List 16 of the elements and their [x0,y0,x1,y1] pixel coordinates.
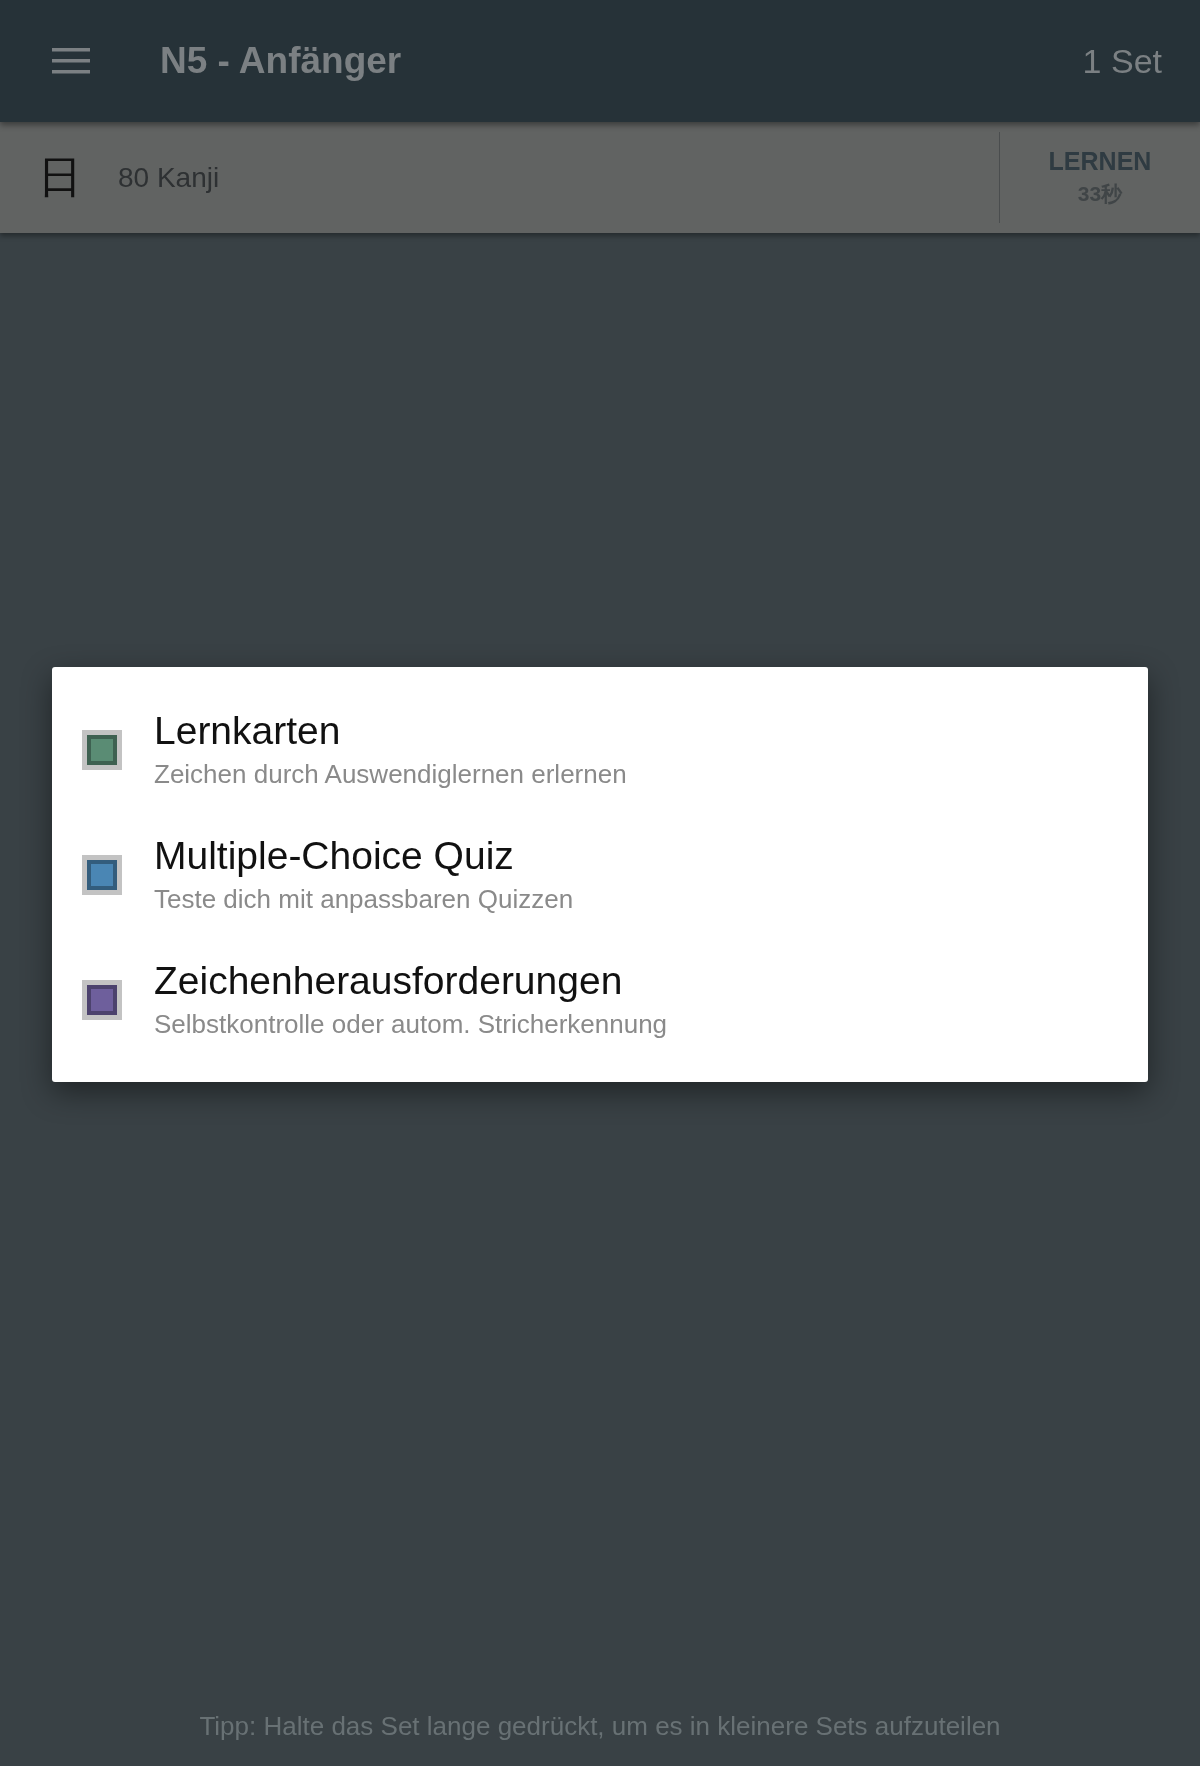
option-title: Lernkarten [154,709,342,753]
mode-option[interactable]: Multiple-Choice Quiz Teste dich mit anpassbaren Quizzen [52,812,1148,937]
color-square-icon [82,854,122,895]
mode-option[interactable]: Zeichenherausforderungen Selbstkontrolle oder autom. Stricherkennung [52,937,1148,1062]
option-subtitle: Selbstkontrolle oder autom. Stricherkennung [154,1009,668,1040]
option-title: Zeichenherausforderungen [154,959,624,1003]
option-subtitle: Zeichen durch Auswendiglernen erlernen [154,759,627,790]
menu-icon[interactable] [52,46,92,76]
color-square-icon [82,979,122,1020]
option-title: Multiple-Choice Quiz [154,834,515,878]
set-count: 1 Set [1082,41,1162,81]
color-square-icon [82,729,122,770]
screen-title: N5 - Anfänger [160,40,403,82]
mode-option[interactable]: Lernkarten Zeichen durch Auswendiglernen erlernen [52,687,1148,812]
option-subtitle: Teste dich mit anpassbaren Quizzen [154,884,574,915]
kanji-glyph: 日 [38,150,82,204]
